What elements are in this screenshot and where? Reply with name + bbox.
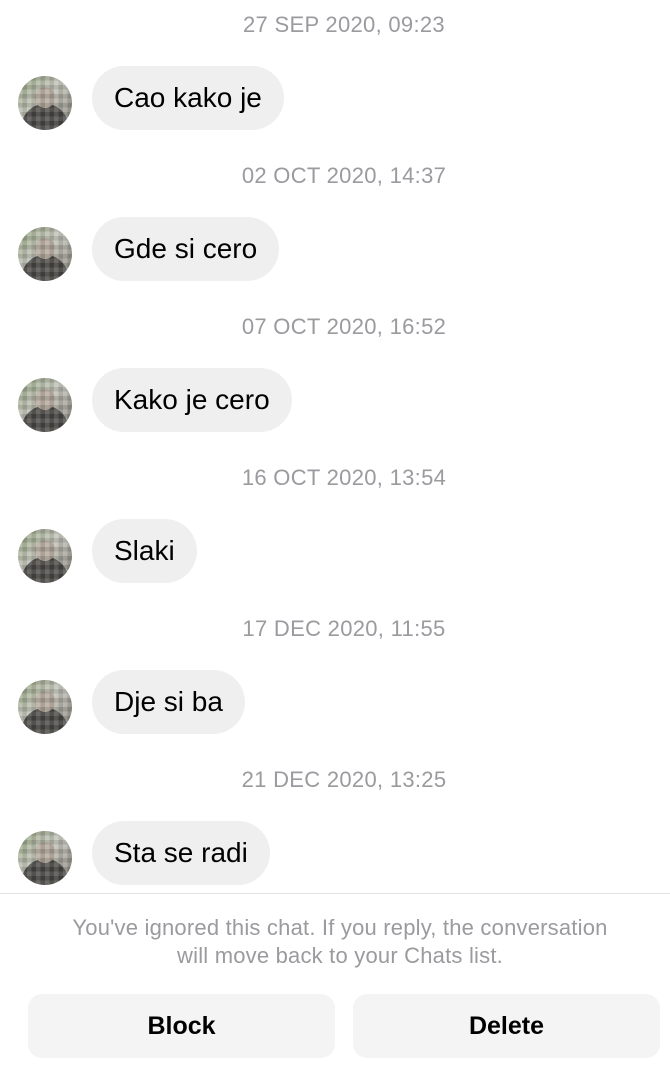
message-timestamp: 27 SEP 2020, 09:23 (243, 12, 445, 37)
message-group: 02 OCT 2020, 14:37 Gde si cero (0, 151, 670, 302)
ignored-chat-screen: 27 SEP 2020, 09:23 Cao kako je 02 OCT 20… (0, 0, 670, 1081)
message-timestamp: 02 OCT 2020, 14:37 (241, 163, 447, 188)
block-button[interactable]: Block (28, 994, 335, 1058)
message-bubble[interactable]: Gde si cero (92, 217, 280, 281)
message-group: 07 OCT 2020, 16:52 Kako je cero (0, 302, 670, 453)
message-timestamp: 07 OCT 2020, 16:52 (241, 314, 447, 339)
message-bubble[interactable]: Slaki (92, 519, 197, 583)
message-timestamp: 16 OCT 2020, 13:54 (241, 465, 447, 490)
ignored-chat-notice-line-2: will move back to your Chats list. (177, 943, 503, 968)
message-group: 16 OCT 2020, 13:54 Slaki (0, 453, 670, 604)
ignored-chat-notice: You've ignored this chat. If you reply, … (20, 914, 660, 970)
message-list[interactable]: 27 SEP 2020, 09:23 Cao kako je 02 OCT 20… (0, 0, 670, 893)
sender-avatar[interactable] (18, 831, 72, 885)
message-bubble[interactable]: Kako je cero (92, 368, 292, 432)
sender-avatar[interactable] (18, 529, 72, 583)
message-timestamp: 17 DEC 2020, 11:55 (242, 616, 446, 641)
message-group: 21 DEC 2020, 13:25 Sta se radi (0, 755, 670, 893)
sender-avatar[interactable] (18, 680, 72, 734)
sender-avatar[interactable] (18, 76, 72, 130)
ignored-chat-notice-line-1: You've ignored this chat. If you reply, … (72, 915, 608, 940)
message-timestamp: 21 DEC 2020, 13:25 (241, 767, 447, 792)
sender-avatar[interactable] (18, 378, 72, 432)
footer-divider (0, 893, 670, 894)
sender-avatar[interactable] (18, 227, 72, 281)
delete-button[interactable]: Delete (353, 994, 660, 1058)
message-bubble[interactable]: Dje si ba (92, 670, 245, 734)
message-group: 27 SEP 2020, 09:23 Cao kako je (0, 0, 670, 151)
message-group: 17 DEC 2020, 11:55 Dje si ba (0, 604, 670, 755)
message-bubble[interactable]: Sta se radi (92, 821, 270, 885)
message-bubble[interactable]: Cao kako je (92, 66, 284, 130)
